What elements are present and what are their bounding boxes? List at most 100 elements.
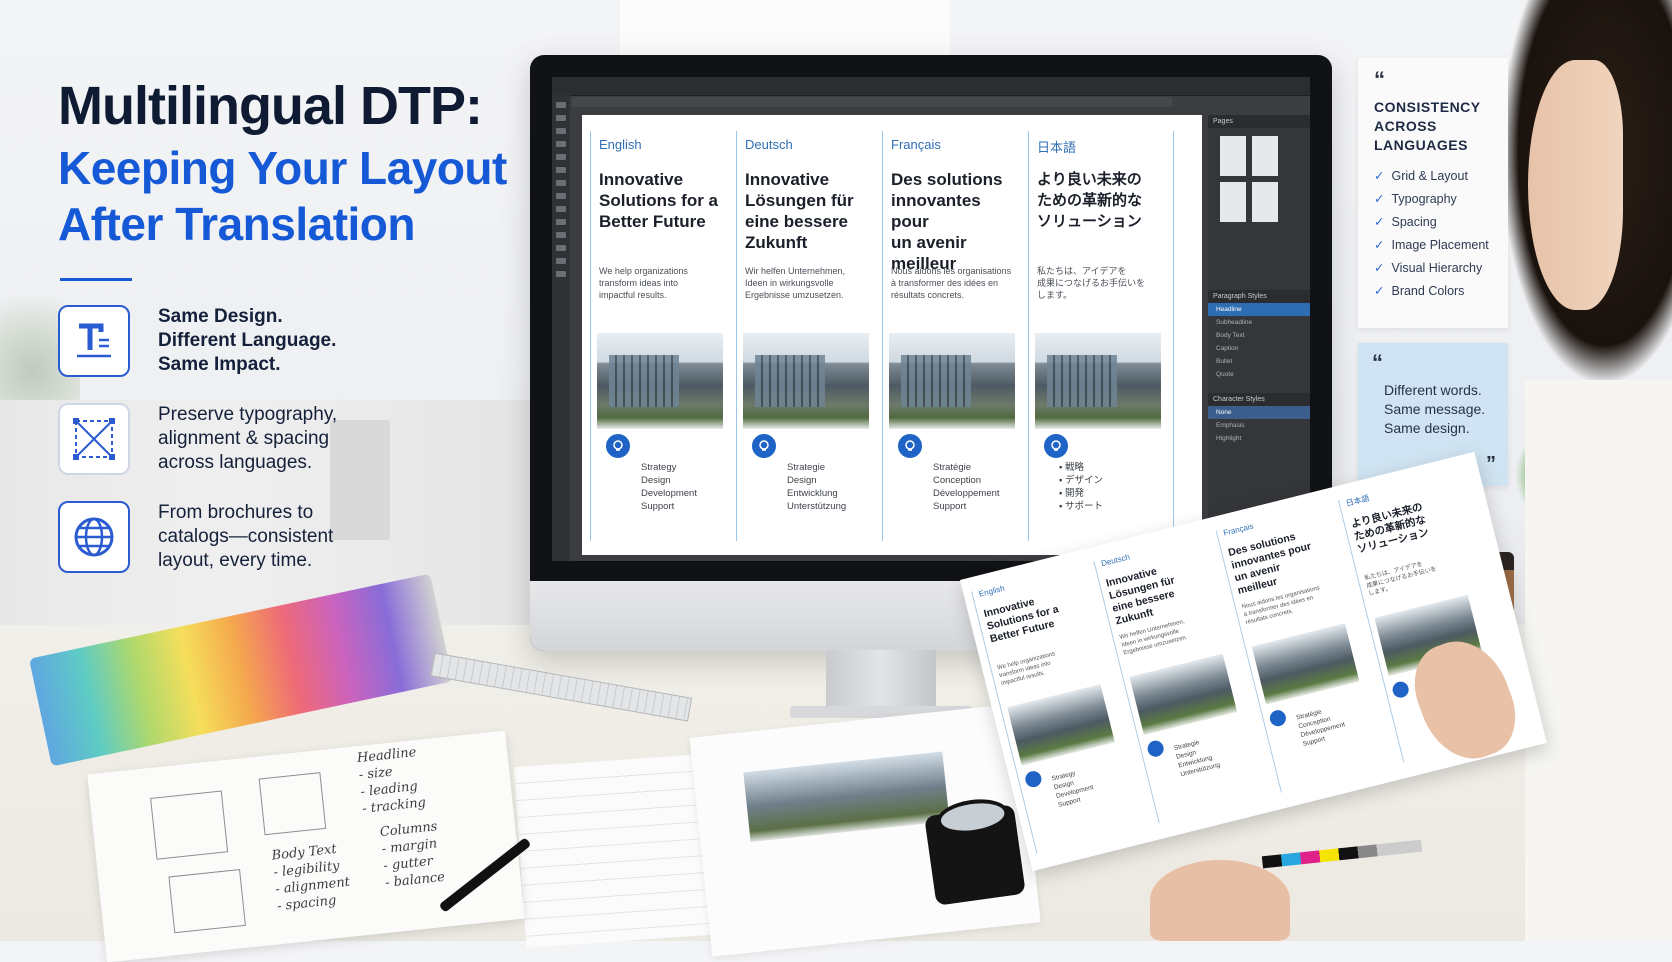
- column-list: Stratégie Conception Développement Suppo…: [933, 461, 1000, 513]
- check-icon: ✓: [1374, 261, 1385, 275]
- sketch-notes-body: Body Text - legibility - alignment - spa…: [271, 840, 353, 915]
- document-page[interactable]: English Innovative Solutions for a Bette…: [582, 115, 1202, 555]
- page-thumbnail[interactable]: [1252, 136, 1278, 176]
- language-column-japanese[interactable]: 日本語 より良い未来の ための革新的な ソリューション 私たちは、アイデアを 成…: [1028, 131, 1174, 541]
- style-item[interactable]: Highlight: [1208, 432, 1310, 445]
- headline-line: Solutions for a: [599, 191, 718, 210]
- page-thumbnail[interactable]: [1220, 182, 1246, 222]
- tool-icon[interactable]: [556, 141, 566, 147]
- list-item: Design: [787, 475, 817, 486]
- open-quote-icon: “: [1372, 350, 1383, 375]
- list-item: Design: [641, 475, 671, 486]
- lightbulb-icon: [1390, 679, 1411, 700]
- tool-icon[interactable]: [556, 128, 566, 134]
- list-item: Stratégie: [933, 462, 972, 473]
- style-item[interactable]: Subheadline: [1208, 316, 1310, 329]
- headline-line: un avenir: [891, 233, 967, 252]
- tool-icon[interactable]: [556, 245, 566, 251]
- style-item[interactable]: Headline: [1208, 303, 1310, 316]
- building-photo[interactable]: [597, 333, 723, 429]
- headline-line: eine bessere: [745, 212, 849, 231]
- column-headline: より良い未来の ための革新的な ソリューション: [1037, 169, 1165, 255]
- headline-line: Better Future: [599, 212, 706, 231]
- style-item[interactable]: None: [1208, 406, 1310, 419]
- checklist-item: ✓ Brand Colors: [1374, 284, 1465, 298]
- note-title-line: LANGUAGES: [1374, 137, 1468, 153]
- tool-icon[interactable]: [556, 154, 566, 160]
- check-icon: ✓: [1374, 284, 1385, 298]
- tool-icon[interactable]: [556, 180, 566, 186]
- body-line: transform ideas into: [599, 278, 679, 288]
- page-thumbnail[interactable]: [1252, 182, 1278, 222]
- check-icon: ✓: [1374, 192, 1385, 206]
- sketch-box: [258, 772, 327, 836]
- tool-icon[interactable]: [556, 219, 566, 225]
- page-thumbnail[interactable]: [1220, 136, 1246, 176]
- body-line: します。: [1037, 290, 1073, 300]
- proof-photo: [1007, 684, 1115, 766]
- body-line: 成果につなげるお手伝いを: [1037, 278, 1146, 288]
- language-column-deutsch[interactable]: Deutsch Innovative Lösungen für eine bes…: [736, 131, 882, 541]
- list-item: Entwicklung: [787, 488, 838, 499]
- body-line: 私たちは、アイデアを: [1037, 266, 1127, 276]
- sketch-box: [150, 790, 229, 860]
- body-line: Nous aidons les organisations: [891, 266, 1012, 276]
- consistency-note: “ CONSISTENCY ACROSS LANGUAGES ✓ Grid & L…: [1358, 58, 1508, 328]
- lightbulb-icon: [1023, 769, 1044, 789]
- language-column-francais[interactable]: Français Des solutions innovantes pour u…: [882, 131, 1028, 541]
- character-styles-title: Character Styles: [1208, 393, 1310, 406]
- list-item: ▪ デザイン: [1059, 475, 1104, 486]
- hero-subtitle: Keeping Your Layout After Translation: [58, 140, 528, 252]
- body-line: à transformer des idées en: [891, 278, 999, 288]
- proof-list: Strategie Design Entwicklung Unterstützung: [1173, 739, 1221, 779]
- column-language-label: Français: [891, 137, 941, 152]
- list-item: ▪ 戦略: [1059, 462, 1085, 473]
- style-item[interactable]: Emphasis: [1208, 419, 1310, 432]
- style-item[interactable]: Bullet: [1208, 355, 1310, 368]
- checklist-item: ✓ Spacing: [1374, 215, 1437, 229]
- quote-text: Different words. Same message. Same desi…: [1384, 381, 1494, 438]
- feature-line: Same Impact.: [158, 354, 281, 375]
- style-item[interactable]: Quote: [1208, 368, 1310, 381]
- column-list: Strategie Design Entwicklung Unterstützu…: [787, 461, 846, 513]
- note-title: CONSISTENCY ACROSS LANGUAGES: [1374, 98, 1492, 155]
- tool-icon[interactable]: [556, 102, 566, 108]
- list-item: ▪ 開発: [1059, 488, 1085, 499]
- close-quote-icon: ”: [1486, 453, 1496, 475]
- building-photo[interactable]: [1035, 333, 1161, 429]
- app-menubar[interactable]: [552, 77, 1310, 96]
- style-item[interactable]: Body Text: [1208, 329, 1310, 342]
- tool-icon[interactable]: [556, 232, 566, 238]
- headline-line: innovantes pour: [891, 191, 981, 231]
- checklist-item: ✓ Typography: [1374, 192, 1457, 206]
- lightbulb-icon: [1145, 738, 1166, 759]
- language-column-english[interactable]: English Innovative Solutions for a Bette…: [590, 131, 736, 541]
- hero-subtitle-line: Keeping Your Layout: [58, 142, 507, 194]
- tool-icon[interactable]: [556, 115, 566, 121]
- building-photo[interactable]: [889, 333, 1015, 429]
- note-title-line: ACROSS: [1374, 118, 1437, 134]
- list-item: Development: [641, 488, 697, 499]
- quote-line: Same design.: [1384, 420, 1470, 436]
- pages-thumbnails: [1208, 128, 1310, 230]
- list-item: Développement: [933, 488, 1000, 499]
- proof-list: Strategy Design Development Support: [1051, 769, 1095, 809]
- tool-icon[interactable]: [556, 271, 566, 277]
- tools-panel[interactable]: [552, 95, 570, 561]
- feature-line: layout, every time.: [158, 550, 313, 571]
- lightbulb-icon: [749, 431, 779, 461]
- style-item[interactable]: Caption: [1208, 342, 1310, 355]
- tool-icon[interactable]: [556, 206, 566, 212]
- tool-icon[interactable]: [556, 167, 566, 173]
- list-item: Support: [641, 501, 675, 512]
- headline-line: Des solutions: [891, 170, 1003, 189]
- text-typography-icon: [58, 305, 130, 377]
- list-item: ▪ サポート: [1059, 501, 1104, 512]
- column-body: Wir helfen Unternehmen, Ideen in wirkung…: [745, 265, 874, 321]
- tool-icon[interactable]: [556, 258, 566, 264]
- building-photo[interactable]: [743, 333, 869, 429]
- list-item: Strategie: [787, 462, 826, 473]
- body-line: résultats concrets.: [891, 290, 965, 300]
- column-language-label: 日本語: [1037, 140, 1077, 155]
- tool-icon[interactable]: [556, 193, 566, 199]
